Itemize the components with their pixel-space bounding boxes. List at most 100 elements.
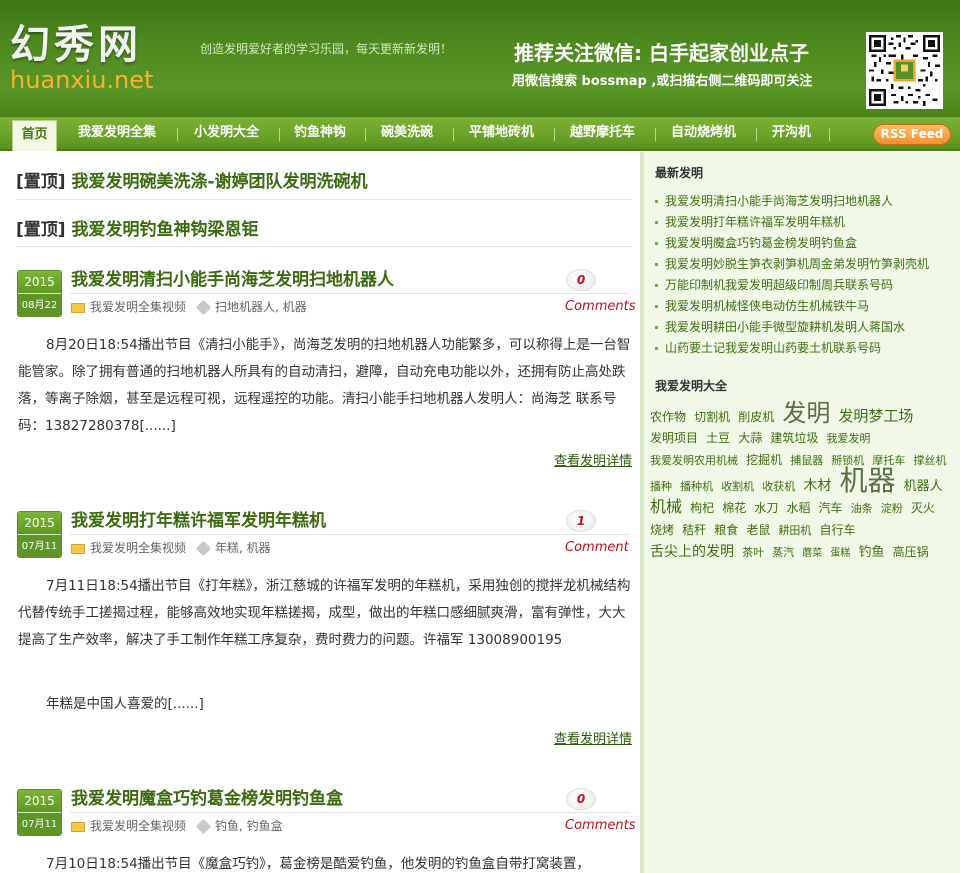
post-day: 07月11 bbox=[18, 534, 61, 557]
tag-cloud-item[interactable]: 大蒜 bbox=[738, 431, 762, 445]
tag-cloud-item[interactable]: 粮食 bbox=[714, 523, 738, 537]
tag-cloud-item[interactable]: 耕田机 bbox=[778, 524, 811, 537]
post-category[interactable]: 我爱发明全集视频 bbox=[90, 541, 186, 555]
tag-cloud-item[interactable]: 我爱发明 bbox=[826, 432, 870, 445]
list-item[interactable]: 我爱发明清扫小能手尚海芝发明扫地机器人 bbox=[655, 191, 929, 212]
sticky-post-link[interactable]: [置顶] 我爱发明碗美洗涤-谢婷团队发明洗碗机 bbox=[16, 170, 368, 194]
sticky-post-link[interactable]: [置顶] 我爱发明钓鱼神钩梁恩钜 bbox=[16, 218, 258, 242]
nav-item-fishing-hook[interactable]: 钓鱼神钩 bbox=[294, 117, 346, 151]
tag-cloud-item[interactable]: 发明梦工场 bbox=[838, 407, 913, 425]
list-item[interactable]: 万能印制机我爱发明超级印制周兵联系号码 bbox=[655, 275, 929, 296]
tag-cloud-item[interactable]: 发明项目 bbox=[650, 431, 698, 445]
tag-cloud-item[interactable]: 土豆 bbox=[706, 431, 730, 445]
nav-item-tile-machine[interactable]: 平铺地砖机 bbox=[469, 117, 534, 151]
qr-code-icon bbox=[866, 32, 943, 109]
tag-cloud-item[interactable]: 撑丝机 bbox=[913, 454, 946, 467]
tag-cloud-item[interactable]: 汽车 bbox=[819, 501, 843, 515]
folder-icon bbox=[71, 302, 85, 313]
rss-feed-button[interactable]: RSS Feed bbox=[873, 124, 951, 145]
post-tags[interactable]: 年糕, 机器 bbox=[215, 541, 271, 555]
site-logo-domain[interactable]: huanxiu.net bbox=[10, 66, 153, 94]
tag-cloud-item[interactable]: 棉花 bbox=[722, 501, 746, 515]
nav-item-home[interactable]: 首页 bbox=[12, 120, 57, 151]
nav-item-small-inventions[interactable]: 小发明大全 bbox=[194, 117, 259, 151]
post-title[interactable]: 我爱发明打年糕许福军发明年糕机 bbox=[71, 509, 326, 533]
comments-link[interactable]: Comments bbox=[565, 299, 635, 315]
post-meta: 我爱发明全集视频 钓鱼, 钓鱼盒 bbox=[71, 818, 283, 835]
post-excerpt: 7月10日18:54播出节目《魔盒巧钓》，葛金榜是酷爱钓鱼，他发明的钓鱼盒自带打… bbox=[46, 856, 590, 872]
post-tags[interactable]: 扫地机器人, 机器 bbox=[215, 300, 307, 314]
site-slogan: 创造发明爱好者的学习乐园，每天更新新发明！ bbox=[200, 42, 453, 56]
list-item[interactable]: 我爱发明耕田小能手微型旋耕机发明人蒋国水 bbox=[655, 317, 929, 338]
tag-cloud-item[interactable]: 发明 bbox=[782, 399, 830, 427]
tag-cloud-item[interactable]: 老鼠 bbox=[746, 523, 770, 537]
latest-inventions-heading: 最新发明 bbox=[655, 166, 704, 180]
nav-item-ditcher[interactable]: 开沟机 bbox=[772, 117, 811, 151]
tag-cloud-item[interactable]: 机械 bbox=[650, 497, 682, 516]
tag-cloud-item[interactable]: 高压锅 bbox=[893, 545, 929, 559]
tag-cloud-item[interactable]: 水刀 bbox=[754, 501, 778, 515]
post-title[interactable]: 我爱发明清扫小能手尚海芝发明扫地机器人 bbox=[71, 268, 394, 292]
read-more-link[interactable]: 查看发明详情 bbox=[554, 731, 632, 749]
wechat-promo-subtitle: 用微信搜索 bossmap ,或扫描右侧二维码即可关注 bbox=[512, 74, 813, 89]
comments-link[interactable]: Comment bbox=[565, 540, 629, 556]
sticky-tag: [置顶] bbox=[16, 220, 66, 240]
tag-cloud-item[interactable]: 水稻 bbox=[786, 501, 810, 515]
tag-cloud-item[interactable]: 机器 bbox=[839, 464, 895, 497]
nav-item-offroad-motorcycle[interactable]: 越野摩托车 bbox=[570, 117, 635, 151]
list-item[interactable]: 我爱发明打年糕许福军发明年糕机 bbox=[655, 212, 929, 233]
post-day: 07月11 bbox=[18, 812, 61, 835]
tag-cloud-item[interactable]: 收割机 bbox=[721, 480, 754, 493]
main-nav: 首页 我爱发明全集 小发明大全 钓鱼神钩 碗美洗碗 平铺地砖机 越野摩托车 自动… bbox=[0, 117, 960, 151]
tag-cloud-item[interactable]: 捕鼠器 bbox=[790, 454, 823, 467]
tag-cloud-item[interactable]: 蛋糕 bbox=[830, 548, 850, 559]
tag-cloud-item[interactable]: 播种机 bbox=[680, 480, 713, 493]
nav-separator bbox=[655, 128, 656, 141]
tag-cloud-item[interactable]: 蒸汽 bbox=[772, 546, 794, 559]
post-title[interactable]: 我爱发明魔盒巧钓葛金榜发明钓鱼盒 bbox=[71, 787, 343, 811]
tag-cloud-item[interactable]: 淀粉 bbox=[881, 502, 903, 515]
tag-cloud-item[interactable]: 钓鱼 bbox=[858, 545, 884, 560]
tag-cloud-item[interactable]: 挖掘机 bbox=[746, 453, 782, 467]
tag-cloud-item[interactable]: 切割机 bbox=[694, 410, 730, 424]
list-item[interactable]: 我爱发明机械怪侠电动仿生机械铁牛马 bbox=[655, 296, 929, 317]
nav-item-bbq-machine[interactable]: 自动烧烤机 bbox=[671, 117, 736, 151]
tag-cloud-item[interactable]: 灭火 bbox=[911, 501, 935, 515]
tag-cloud-item[interactable]: 农作物 bbox=[650, 410, 686, 424]
tag-cloud-item[interactable]: 烧烤 bbox=[650, 523, 674, 537]
post-category[interactable]: 我爱发明全集视频 bbox=[90, 819, 186, 833]
tag-cloud-item[interactable]: 茶叶 bbox=[742, 546, 764, 559]
tag-cloud-item[interactable]: 建筑垃圾 bbox=[770, 431, 818, 445]
comment-count-bubble[interactable]: 0 bbox=[566, 788, 596, 810]
list-item[interactable]: 我爱发明魔盒巧钓葛金榜发明钓鱼盒 bbox=[655, 233, 929, 254]
tag-cloud-item[interactable]: 舌尖上的发明 bbox=[650, 544, 734, 560]
tag-cloud-item[interactable]: 油条 bbox=[851, 502, 873, 515]
tag-cloud-item[interactable]: 蘑菜 bbox=[802, 548, 822, 559]
post-tags[interactable]: 钓鱼, 钓鱼盒 bbox=[215, 819, 283, 833]
tag-cloud-item[interactable]: 秸秆 bbox=[682, 523, 706, 537]
list-item[interactable]: 我爱发明妙脱生笋衣剥笋机周金弟发明竹笋剥壳机 bbox=[655, 254, 929, 275]
post-date-badge: 2015 07月11 bbox=[17, 789, 62, 836]
tag-cloud-item[interactable]: 我爱发明农用机械 bbox=[650, 454, 738, 467]
tag-cloud-item[interactable]: 木材 bbox=[803, 478, 831, 494]
nav-item-dishwashing[interactable]: 碗美洗碗 bbox=[381, 117, 433, 151]
comment-count-bubble[interactable]: 1 bbox=[566, 510, 596, 532]
tag-cloud-item[interactable]: 播种 bbox=[650, 480, 672, 493]
sticky-post-title[interactable]: 我爱发明钓鱼神钩梁恩钜 bbox=[71, 220, 258, 240]
tag-cloud-item[interactable]: 枸杞 bbox=[690, 501, 714, 515]
site-logo-text[interactable]: 幻秀网 bbox=[10, 22, 142, 68]
comment-count-bubble[interactable]: 0 bbox=[566, 269, 596, 291]
sticky-post-title[interactable]: 我爱发明碗美洗涤-谢婷团队发明洗碗机 bbox=[71, 172, 367, 192]
tag-icon bbox=[195, 818, 212, 835]
comments-link[interactable]: Comments bbox=[565, 818, 635, 834]
nav-item-invention-collection[interactable]: 我爱发明全集 bbox=[78, 117, 156, 151]
read-more-link[interactable]: 查看发明详情 bbox=[554, 453, 632, 471]
latest-inventions-list: 我爱发明清扫小能手尚海芝发明扫地机器人 我爱发明打年糕许福军发明年糕机 我爱发明… bbox=[655, 191, 929, 359]
tag-cloud-item[interactable]: 削皮机 bbox=[738, 410, 774, 424]
tag-cloud-item[interactable]: 自行车 bbox=[820, 523, 856, 537]
list-item[interactable]: 山药要土记我爱发明山药要土机联系号码 bbox=[655, 338, 929, 359]
post-category[interactable]: 我爱发明全集视频 bbox=[90, 300, 186, 314]
tag-cloud-item[interactable]: 收获机 bbox=[762, 480, 795, 493]
divider bbox=[16, 199, 632, 200]
tag-cloud-item[interactable]: 机器人 bbox=[904, 479, 943, 494]
